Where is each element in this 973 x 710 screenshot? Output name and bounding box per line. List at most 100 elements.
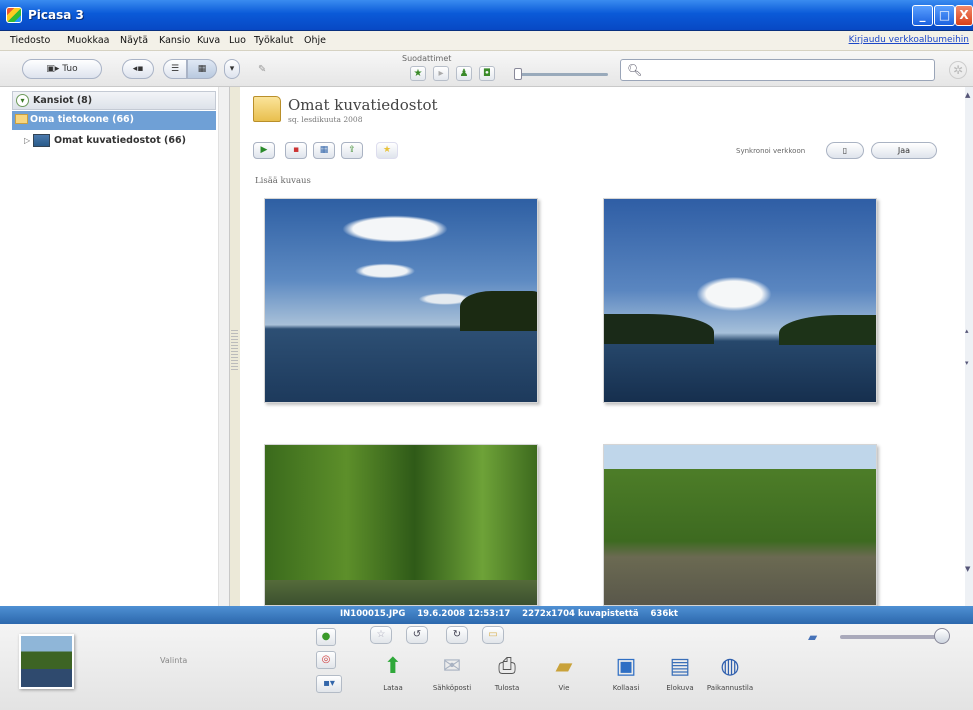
folder-list-panel: ▾ Kansiot (8) Oma tietokone (66) ▷ Omat … xyxy=(0,87,230,606)
photo-thumbnail[interactable] xyxy=(264,444,538,606)
geotag-filter-button[interactable]: ◘ xyxy=(479,66,495,81)
import-button[interactable]: ▣▸ Tuo xyxy=(22,59,102,79)
menu-help[interactable]: Ohje xyxy=(304,35,326,46)
pin-icon: ◘ xyxy=(483,68,491,79)
close-button[interactable]: X xyxy=(955,5,973,26)
status-info: IN100015.JPG 19.6.2008 12:53:17 2272x170… xyxy=(340,609,678,619)
folders-header[interactable]: ▾ Kansiot (8) xyxy=(12,91,216,110)
sidebar-item-label: Oma tietokone (66) xyxy=(30,114,135,125)
slider-handle[interactable] xyxy=(934,628,950,644)
email-button[interactable]: ✉ Sähköposti xyxy=(428,652,476,692)
sidebar-scrollbar[interactable] xyxy=(218,87,229,606)
person-icon: ♟ xyxy=(459,68,469,79)
zoom-icon: ▰ xyxy=(808,630,818,644)
export-label: Vie xyxy=(558,684,570,692)
share-button[interactable]: Jaa xyxy=(871,142,937,159)
collapse-icon[interactable]: ▾ xyxy=(16,94,29,107)
scroll-thumb-icon[interactable]: ▾ xyxy=(965,359,969,367)
photo-thumbnail[interactable] xyxy=(603,444,877,606)
toolbar: ▣▸ Tuo ◂▪ ☰ ▦ ▾ ✎ Suodattimet ★ ▸ ♟ ◘ 🔍︎… xyxy=(0,51,973,87)
collage-icon: ▣ xyxy=(615,654,637,679)
geotag-label: Paikannustila xyxy=(706,684,754,692)
sidebar-item-my-computer[interactable]: Oma tietokone (66) xyxy=(12,111,216,130)
star-tray-button[interactable]: ☆ xyxy=(370,626,392,644)
collage-button[interactable]: ▦ xyxy=(313,142,335,159)
photo-tray: Valinta ● ◎ ▪▾ ☆ ↺ ↻ ▭ ⬆ Lataa ✉ Sähköpo… xyxy=(0,624,973,710)
menu-file[interactable]: Tiedosto xyxy=(10,35,50,46)
main-scrollbar[interactable]: ▲ ▴ ▾ ▼ xyxy=(965,87,973,606)
grid-icon: ▦ xyxy=(197,64,207,74)
title-bar: Picasa 3 _ □ X xyxy=(0,0,973,31)
scroll-up-icon[interactable]: ▲ xyxy=(965,91,970,99)
film-icon: ▤ xyxy=(669,654,691,679)
add-caption-label[interactable]: Lisää kuvaus xyxy=(255,176,311,186)
photo-thumbnail[interactable] xyxy=(603,198,877,403)
menu-picture[interactable]: Kuva xyxy=(197,35,220,46)
star-button[interactable]: ★ xyxy=(376,142,398,159)
list-icon: ☰ xyxy=(170,64,180,74)
movie-button[interactable]: ▪ xyxy=(285,142,307,159)
folder-thumbnail-icon xyxy=(33,134,50,147)
search-field[interactable]: 🔍︎ xyxy=(620,59,935,81)
collage-tray-button[interactable]: ▣ Kollaasi xyxy=(602,652,650,692)
collage-icon: ▦ xyxy=(319,145,329,155)
scroll-thumb-icon[interactable]: ▴ xyxy=(965,327,969,335)
filters-label: Suodattimet xyxy=(402,54,452,63)
folder-content-area: Omat kuvatiedostot sq. lesdikuuta 2008 ▶… xyxy=(240,87,965,606)
scroll-down-icon[interactable]: ▼ xyxy=(965,565,970,573)
folder-date: sq. lesdikuuta 2008 xyxy=(288,115,363,124)
menu-view[interactable]: Näytä xyxy=(120,35,148,46)
gear-icon[interactable]: ✲ xyxy=(949,61,967,79)
maximize-button[interactable]: □ xyxy=(934,5,955,26)
date-filter-slider[interactable] xyxy=(518,73,608,76)
menu-bar: Tiedosto Muokkaa Näytä Kansio Kuva Luo T… xyxy=(0,31,973,51)
menu-edit[interactable]: Muokkaa xyxy=(67,35,110,46)
starred-filter-button[interactable]: ★ xyxy=(410,66,426,81)
folder-icon xyxy=(15,114,28,124)
globe-icon: ◍ xyxy=(720,654,740,679)
export-button[interactable]: ⇪ xyxy=(341,142,363,159)
thumbnail-size-slider[interactable] xyxy=(840,635,948,639)
folder-title[interactable]: Omat kuvatiedostot xyxy=(288,96,438,114)
slider-handle[interactable] xyxy=(514,68,522,80)
clear-button[interactable]: ◎ xyxy=(316,651,336,669)
movie-label: Elokuva xyxy=(666,684,694,692)
upload-button[interactable]: ⬆ Lataa xyxy=(369,652,417,692)
status-filename: IN100015.JPG xyxy=(340,609,406,619)
people-filter-button[interactable]: ♟ xyxy=(456,66,472,81)
export-tray-button[interactable]: ▰ Vie xyxy=(540,652,588,692)
status-datetime: 19.6.2008 12:53:17 xyxy=(417,609,511,619)
menu-folder[interactable]: Kansio xyxy=(159,35,190,46)
tag-button[interactable]: ▭ xyxy=(482,626,504,644)
print-button[interactable]: ⎙ Tulosta xyxy=(483,652,531,692)
menu-tools[interactable]: Työkalut xyxy=(254,35,293,46)
folder-icon: ▰ xyxy=(555,654,573,679)
selection-label: Valinta xyxy=(160,656,188,665)
envelope-icon: ✉ xyxy=(442,654,462,679)
import-label: Tuo xyxy=(62,64,78,74)
people-view-button[interactable]: ◂▪ xyxy=(122,59,154,79)
minimize-button[interactable]: _ xyxy=(912,5,933,26)
sync-toggle[interactable]: ▯ xyxy=(826,142,864,159)
sync-label: Synkronoi verkkoon xyxy=(736,147,806,155)
star-edit-icon[interactable]: ✎ xyxy=(258,64,266,75)
thumbnail-view-button[interactable]: ▦ xyxy=(187,59,217,79)
movie-tray-button[interactable]: ▤ Elokuva xyxy=(656,652,704,692)
list-view-button[interactable]: ☰ xyxy=(163,59,187,79)
panel-splitter[interactable] xyxy=(231,330,238,370)
slideshow-button[interactable]: ▶ xyxy=(253,142,275,159)
rotate-left-button[interactable]: ↺ xyxy=(406,626,428,644)
hold-button[interactable]: ● xyxy=(316,628,336,646)
rotate-right-button[interactable]: ↻ xyxy=(446,626,468,644)
status-dimensions: 2272x1704 kuvapistettä xyxy=(522,609,639,619)
geotag-button[interactable]: ◍ Paikannustila xyxy=(706,652,754,692)
add-to-album-button[interactable]: ▪▾ xyxy=(316,675,342,693)
video-filter-button[interactable]: ▸ xyxy=(433,66,449,81)
signin-link[interactable]: Kirjaudu verkkoalbumeihin xyxy=(849,35,969,45)
expand-arrow-icon[interactable]: ▷ xyxy=(24,136,30,145)
menu-create[interactable]: Luo xyxy=(229,35,246,46)
photo-thumbnail[interactable] xyxy=(264,198,538,403)
view-options-button[interactable]: ▾ xyxy=(224,59,240,79)
tray-thumbnail[interactable] xyxy=(19,634,74,689)
window-title: Picasa 3 xyxy=(28,8,84,22)
